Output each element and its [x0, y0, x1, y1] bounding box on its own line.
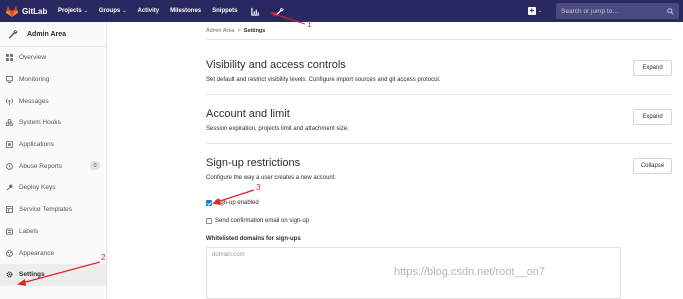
sidebar-item-label: Monitoring: [19, 76, 50, 84]
sidebar-title: Admin Area: [27, 30, 67, 38]
top-navbar: GitLab Projects ⌄ Groups ⌄ Activity Milest…: [0, 0, 683, 22]
sidebar-item-appearance[interactable]: Appearance: [0, 242, 106, 264]
sidebar-item-label: Appearance: [19, 249, 55, 257]
signup-enabled-checkbox[interactable]: [206, 200, 212, 206]
confirm-email-row[interactable]: Send confirmation email on sign-up: [206, 218, 309, 224]
sidebar-item-label: Labels: [19, 227, 39, 235]
search-placeholder: Search or jump to…: [561, 7, 619, 15]
chevron-down-icon: ⌄: [122, 8, 127, 14]
admin-wrench-icon[interactable]: [272, 4, 286, 18]
breadcrumb-separator: >: [237, 28, 241, 34]
search-icon: [667, 7, 674, 15]
sidebar-item-label: Settings: [19, 271, 45, 279]
brand-name: GitLab: [22, 6, 48, 16]
signup-enabled-row[interactable]: Sign-up enabled: [206, 200, 259, 206]
nav-label: Milestones: [170, 8, 202, 14]
section-description: Configure the way a user creates a new a…: [206, 175, 337, 181]
broadcast-icon: [6, 98, 13, 105]
section-title: Account and limit: [206, 108, 290, 120]
confirm-email-checkbox[interactable]: [206, 218, 212, 224]
grid-icon: [6, 54, 13, 62]
sidebar-item-label: Deploy Keys: [19, 184, 56, 192]
apps-icon: [6, 141, 13, 149]
sidebar-item-label: Messages: [19, 97, 49, 105]
section-description: Session expiration, projects limit and a…: [206, 126, 349, 132]
annotation-number: 1: [307, 20, 312, 29]
sidebar-item-label: Applications: [19, 141, 55, 149]
sidebar-header[interactable]: Admin Area: [0, 22, 106, 47]
section-title: Visibility and access controls: [206, 59, 346, 71]
new-dropdown-button[interactable]: + ⌄: [527, 6, 542, 15]
sidebar-item-messages[interactable]: Messages: [0, 90, 106, 112]
count-badge: 0: [90, 161, 100, 171]
nav-label: Groups: [98, 8, 121, 14]
nav-label: Activity: [137, 8, 160, 14]
sidebar-item-applications[interactable]: Applications: [0, 134, 106, 156]
chevron-down-icon: ⌄: [537, 8, 542, 14]
sidebar-item-settings[interactable]: Settings: [0, 263, 106, 286]
sidebar-item-system-hooks[interactable]: System Hooks: [0, 112, 106, 134]
sidebar-item-labels[interactable]: Labels: [0, 221, 106, 243]
plus-icon: +: [527, 6, 536, 15]
monitor-icon: [6, 76, 13, 83]
divider: [206, 39, 672, 40]
main-nav: Projects ⌄ Groups ⌄ Activity Milestones Sn…: [58, 4, 296, 18]
topbar-right: + ⌄ Search or jump to…: [527, 3, 679, 19]
template-icon: [6, 206, 13, 214]
brand[interactable]: GitLab: [0, 5, 58, 17]
nav-groups[interactable]: Groups ⌄: [99, 8, 127, 14]
alert-icon: [6, 162, 13, 170]
sidebar-item-monitoring[interactable]: Monitoring: [0, 69, 106, 91]
watermark: https://blog.csdn.net/root__oo7: [394, 266, 546, 278]
chart-icon[interactable]: [248, 4, 262, 18]
section-account-limit: Account and limit Session expiration, pr…: [206, 108, 672, 132]
sidebar-item-abuse-reports[interactable]: Abuse Reports 0: [0, 155, 106, 177]
checkbox-label: Send confirmation email on sign-up: [215, 218, 310, 224]
main-content: Admin Area > Settings Visibility and acc…: [107, 22, 683, 299]
textarea-placeholder: domain.com: [212, 252, 245, 258]
section-signup-restrictions: Sign-up restrictions Configure the way a…: [206, 157, 672, 181]
annotation-number: 2: [101, 253, 106, 262]
section-description: Set default and restrict visibility leve…: [206, 77, 441, 83]
breadcrumb: Admin Area > Settings: [206, 28, 265, 34]
checkbox-label: Sign-up enabled: [215, 200, 259, 206]
sidebar-item-label: Abuse Reports: [19, 162, 62, 170]
label-icon: [6, 228, 13, 235]
palette-icon: [6, 249, 13, 257]
expand-button[interactable]: Expand: [633, 109, 672, 125]
nav-label: Projects: [58, 8, 82, 14]
sidebar-item-label: System Hooks: [19, 119, 61, 127]
divider: [206, 143, 672, 144]
nav-projects[interactable]: Projects ⌄: [58, 8, 88, 14]
nav-activity[interactable]: Activity: [137, 8, 159, 14]
sidebar-item-label: Overview: [19, 54, 47, 62]
admin-sidebar: Admin Area Overview Monitoring Messages …: [0, 22, 107, 299]
chevron-down-icon: ⌄: [83, 8, 88, 14]
gitlab-logo-icon: [6, 5, 18, 17]
nav-label: Snippets: [212, 8, 238, 14]
sidebar-item-deploy-keys[interactable]: Deploy Keys: [0, 177, 106, 199]
whitelist-label: Whitelisted domains for sign-ups: [206, 236, 301, 242]
hook-icon: [6, 119, 13, 127]
nav-milestones[interactable]: Milestones: [170, 8, 201, 14]
key-icon: [6, 184, 13, 191]
annotation-number: 3: [256, 183, 261, 192]
expand-button[interactable]: Expand: [633, 60, 672, 76]
nav-snippets[interactable]: Snippets: [212, 8, 237, 14]
sidebar-item-service-templates[interactable]: Service Templates: [0, 199, 106, 221]
section-visibility: Visibility and access controls Set defau…: [206, 59, 672, 83]
divider: [206, 94, 672, 95]
collapse-button[interactable]: Collapse: [633, 158, 672, 174]
wrench-icon: [8, 29, 18, 39]
search-input[interactable]: Search or jump to…: [556, 3, 679, 19]
sidebar-item-label: Service Templates: [19, 206, 72, 214]
breadcrumb-parent[interactable]: Admin Area: [206, 28, 234, 34]
section-title: Sign-up restrictions: [206, 157, 301, 169]
sidebar-item-overview[interactable]: Overview: [0, 47, 106, 69]
gear-icon: [6, 271, 13, 278]
breadcrumb-current[interactable]: Settings: [244, 28, 266, 34]
